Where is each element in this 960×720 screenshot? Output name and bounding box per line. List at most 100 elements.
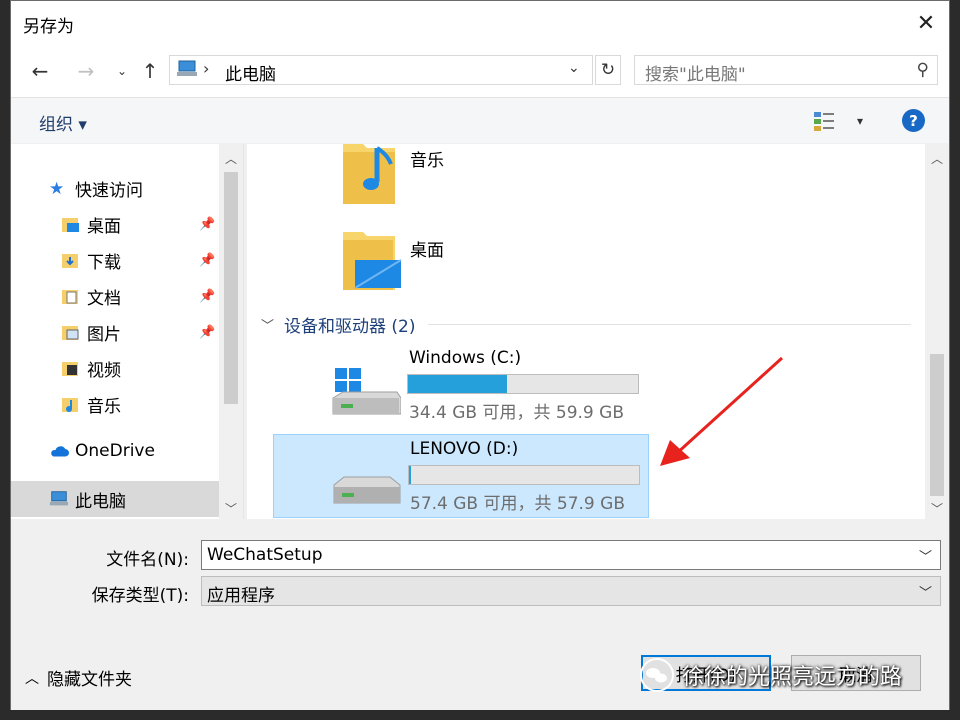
sidebar-item-videos[interactable]: 视频 <box>11 350 219 386</box>
drive-icon <box>333 476 401 504</box>
organize-menu-button[interactable]: 组织 ▾ <box>39 110 87 135</box>
sidebar-item-downloads[interactable]: 下载 📌 <box>11 242 219 278</box>
close-button[interactable]: ✕ <box>903 1 949 45</box>
refresh-button[interactable]: ↻ <box>595 55 621 85</box>
filename-field[interactable]: WeChatSetup ﹀ <box>201 540 941 570</box>
view-options-button[interactable]: ▾ <box>813 108 863 134</box>
sidebar-item-music[interactable]: 音乐 <box>11 386 219 422</box>
sidebar-scroll-thumb[interactable] <box>224 172 238 404</box>
scroll-down-icon[interactable]: ﹀ <box>219 498 243 518</box>
computer-icon <box>49 491 69 506</box>
desktop-folder-icon <box>343 232 402 290</box>
chevron-down-icon[interactable]: ﹀ <box>919 546 932 565</box>
title-bar: 另存为 ✕ <box>11 1 949 45</box>
sidebar-item-pictures[interactable]: 图片 📌 <box>11 314 219 350</box>
folder-music[interactable]: 音乐 <box>247 144 547 214</box>
downloads-folder-icon <box>62 254 78 268</box>
drive-c[interactable]: Windows (C:) 34.4 GB 可用，共 59.9 GB <box>273 344 649 428</box>
recent-locations-button[interactable]: ⌄ <box>109 57 135 85</box>
drive-usage-fill <box>408 375 507 393</box>
sidebar-item-label: 桌面 <box>87 216 121 237</box>
sidebar-item-desktop[interactable]: 桌面 📌 <box>11 206 219 242</box>
chevron-down-icon: ⌄ <box>116 64 128 78</box>
sidebar-item-documents[interactable]: 文档 📌 <box>11 278 219 314</box>
hide-folders-toggle[interactable]: ︿ 隐藏文件夹 <box>25 665 132 690</box>
address-bar[interactable]: › 此电脑 ⌄ <box>169 55 593 85</box>
filename-value[interactable]: WeChatSetup <box>207 545 322 565</box>
filetype-value[interactable]: 应用程序 <box>207 581 275 606</box>
music-folder-icon <box>62 398 78 412</box>
breadcrumb-chevron-icon[interactable]: › <box>203 59 209 78</box>
folder-label: 音乐 <box>410 151 444 171</box>
scroll-up-icon[interactable]: ︿ <box>219 148 243 168</box>
sidebar-item-onedrive[interactable]: OneDrive <box>11 433 219 469</box>
refresh-icon: ↻ <box>600 60 616 80</box>
star-icon: ★ <box>49 179 65 199</box>
up-button[interactable]: ↑ <box>137 57 163 85</box>
group-divider <box>427 323 911 325</box>
watermark: 徐徐的光照亮远方的路 <box>640 655 940 695</box>
navigation-pane: ★ 快速访问 桌面 📌 下载 📌 文档 📌 图片 📌 视频 音乐 OneDriv… <box>11 144 244 519</box>
sidebar-item-label: 音乐 <box>87 396 121 417</box>
file-list-pane: 音乐 桌面 ﹀ 设备和驱动器 (2) Windows (C:) 34.4 GB … <box>247 144 925 519</box>
sidebar-item-label: 图片 <box>87 324 121 345</box>
content-scroll-thumb[interactable] <box>930 354 944 496</box>
window-title: 另存为 <box>23 17 74 37</box>
view-dropdown-icon: ▾ <box>856 114 863 128</box>
cloud-icon <box>51 446 69 457</box>
address-text[interactable]: 此电脑 <box>225 60 276 85</box>
filetype-select[interactable]: 应用程序 ﹀ <box>201 576 941 606</box>
sidebar-item-quick-access[interactable]: ★ 快速访问 <box>11 170 219 206</box>
drive-usage-bar <box>407 374 639 394</box>
pin-icon[interactable]: 📌 <box>199 217 215 232</box>
save-as-dialog: 另存为 ✕ ← → ⌄ ↑ › 此电脑 ⌄ ↻ 搜索"此电脑" ⚲ 组织 ▾ ▾… <box>10 0 950 710</box>
sidebar-item-label: OneDrive <box>75 441 155 461</box>
windows-drive-icon <box>332 368 401 415</box>
back-arrow-icon: ← <box>31 59 49 83</box>
content-scrollbar[interactable]: ︿ ﹀ <box>925 144 949 519</box>
pin-icon[interactable]: 📌 <box>199 253 215 268</box>
group-header-label: 设备和驱动器 (2) <box>284 316 416 337</box>
drive-space-info: 34.4 GB 可用，共 59.9 GB <box>409 403 624 423</box>
drive-space-info: 57.4 GB 可用，共 57.9 GB <box>410 494 625 514</box>
scroll-down-icon[interactable]: ﹀ <box>925 498 949 518</box>
up-arrow-icon: ↑ <box>141 59 159 83</box>
hide-folders-label: 隐藏文件夹 <box>47 670 132 690</box>
view-icon <box>814 112 834 131</box>
close-icon: ✕ <box>916 10 936 36</box>
watermark-text: 徐徐的光照亮远方的路 <box>682 665 903 690</box>
forward-button[interactable]: → <box>73 57 99 85</box>
sidebar-item-label: 视频 <box>87 360 121 381</box>
chevron-down-icon[interactable]: ﹀ <box>919 582 932 601</box>
drive-name: Windows (C:) <box>409 348 522 368</box>
help-button[interactable]: ? <box>902 109 925 132</box>
search-icon[interactable]: ⚲ <box>917 60 929 80</box>
scroll-up-icon[interactable]: ︿ <box>925 148 949 168</box>
drive-usage-bar <box>408 465 640 485</box>
pin-icon[interactable]: 📌 <box>199 325 215 340</box>
group-header-devices[interactable]: ﹀ 设备和驱动器 (2) <box>261 312 911 337</box>
help-icon: ? <box>909 111 918 130</box>
sidebar-item-label: 文档 <box>87 288 121 309</box>
drive-d[interactable]: LENOVO (D:) 57.4 GB 可用，共 57.9 GB <box>273 434 649 518</box>
folder-label: 桌面 <box>410 241 444 261</box>
sidebar-item-label: 下载 <box>87 252 121 273</box>
computer-icon <box>177 60 197 76</box>
drive-name: LENOVO (D:) <box>410 439 519 459</box>
address-dropdown-icon[interactable]: ⌄ <box>568 60 580 76</box>
pin-icon[interactable]: 📌 <box>199 289 215 304</box>
search-box[interactable]: 搜索"此电脑" ⚲ <box>634 55 938 85</box>
sidebar-item-this-pc[interactable]: 此电脑 <box>11 481 219 517</box>
sidebar-item-label: 此电脑 <box>75 491 126 512</box>
folder-desktop[interactable]: 桌面 <box>247 230 547 300</box>
command-bar: 组织 ▾ ▾ ? <box>11 97 949 143</box>
chevron-down-icon[interactable]: ﹀ <box>261 315 274 334</box>
filename-label: 文件名(N): <box>106 550 189 570</box>
search-input[interactable]: 搜索"此电脑" <box>645 60 746 85</box>
drive-usage-fill <box>409 466 412 484</box>
desktop-folder-icon <box>62 218 79 232</box>
sidebar-scrollbar[interactable]: ︿ ﹀ <box>219 144 243 519</box>
chevron-up-icon: ︿ <box>25 670 39 687</box>
back-button[interactable]: ← <box>27 57 53 85</box>
videos-folder-icon <box>62 362 78 376</box>
